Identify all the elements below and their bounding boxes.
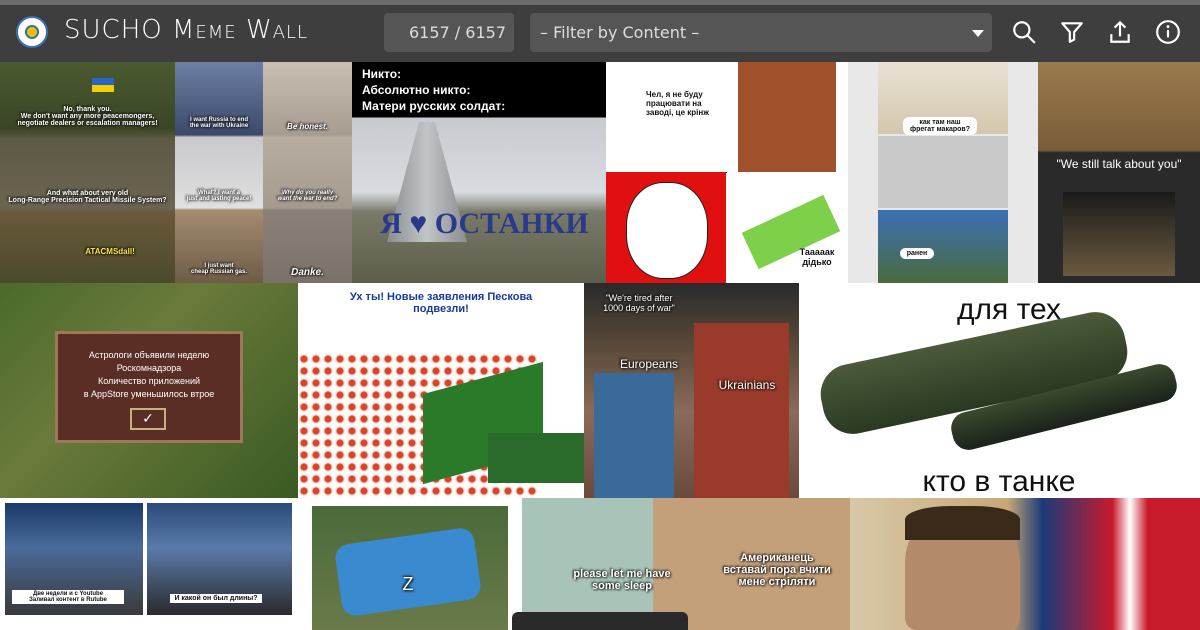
meme-tile[interactable]: Две недели и с Youtube Заливал контент в… — [0, 498, 298, 630]
meme-caption: I want Russia to end the war with Ukrain… — [189, 117, 249, 129]
meme-tile[interactable]: Чел, я не буду працювати на заводі, це к… — [606, 62, 848, 283]
info-icon — [1156, 20, 1180, 44]
meme-caption: Две недели и с Youtube Заливал контент в… — [12, 590, 124, 604]
meme-caption: Ukrainians — [718, 378, 776, 392]
meme-caption: Никто: Абсолютно никто: Матери русских с… — [362, 67, 506, 113]
meme-caption: Ух ты! Новые заявления Пескова подвезли! — [349, 291, 533, 315]
meme-tile[interactable]: "We're tired after 1000 days of war" Eur… — [584, 283, 799, 498]
meme-tile[interactable]: Ух ты! Новые заявления Пескова подвезли! — [298, 283, 584, 498]
meme-caption: Я ♥ ОСТАНКИ — [380, 207, 589, 240]
share-button[interactable] — [1107, 19, 1133, 45]
filter-button[interactable] — [1059, 19, 1085, 45]
meme-caption: Чел, я не буду працювати на заводі, це к… — [646, 90, 709, 117]
meme-caption: please let me have some sleep — [573, 568, 671, 592]
content-filter-select[interactable]: – Filter by Content – — [530, 13, 992, 52]
meme-tile[interactable]: please let me have some sleep Американец… — [522, 498, 850, 630]
meme-caption: Астрологи объявили неделю Роскомнадзора … — [83, 350, 215, 399]
sucho-logo-icon[interactable] — [16, 16, 48, 48]
search-button[interactable] — [1011, 19, 1037, 45]
search-icon — [1013, 21, 1036, 44]
meme-caption: как там наш фрегат макаров? — [903, 117, 977, 135]
info-button[interactable] — [1155, 19, 1181, 45]
meme-caption: Be honest. — [287, 122, 328, 131]
meme-caption: И какой он был длины? — [170, 594, 262, 603]
checkmark-button: ✓ — [130, 408, 166, 430]
meme-tile[interactable]: Астрологи объявили неделю Роскомнадзора … — [0, 283, 298, 498]
meme-caption: I just want cheap Russian gas. — [190, 263, 248, 275]
filter-selected-value: – Filter by Content – — [540, 23, 700, 42]
meme-tile[interactable]: как там наш фрегат макаров? ранен — [848, 62, 1038, 283]
meme-caption: Why do you really want the war to end? — [277, 190, 338, 202]
meme-caption: кто в танке — [922, 465, 1076, 498]
meme-tile[interactable]: для тех кто в танке — [799, 283, 1200, 498]
meme-caption: "We're tired after 1000 days of war" — [603, 293, 675, 313]
meme-tile[interactable]: Никто: Абсолютно никто: Матери русских с… — [352, 62, 606, 283]
meme-caption: ATACMSdall! — [85, 247, 135, 256]
floating-toolbar[interactable] — [512, 612, 688, 630]
meme-caption: Danke. — [291, 267, 324, 278]
meme-caption: No, thank you. We don't want any more pe… — [17, 106, 158, 127]
meme-caption: ранен — [900, 248, 934, 259]
share-icon — [1110, 20, 1130, 43]
meme-caption: Z — [402, 574, 414, 594]
meme-caption: And what about very old Long-Range Preci… — [8, 190, 167, 204]
meme-tile[interactable] — [850, 498, 1200, 630]
meme-tile[interactable]: No, thank you. We don't want any more pe… — [0, 62, 175, 283]
meme-tile[interactable]: Z — [298, 498, 522, 630]
top-bar: SUCHO Meme Wall 6157 / 6157 – Filter by … — [0, 0, 1200, 62]
ukraine-flag-icon — [92, 78, 114, 92]
chevron-down-icon — [972, 30, 984, 37]
meme-caption: для тех — [956, 293, 1062, 326]
funnel-icon — [1061, 22, 1083, 43]
app-title: SUCHO Meme Wall — [64, 15, 309, 45]
meme-caption: Europeans — [619, 357, 679, 371]
meme-grid: No, thank you. We don't want any more pe… — [0, 62, 1200, 630]
meme-caption: Американець вставай пора вчити мене стрі… — [723, 552, 831, 588]
meme-tile[interactable]: "We still talk about you" — [1038, 62, 1200, 283]
meme-caption: What? I want a just and lasting peace! — [186, 190, 252, 202]
meme-counter[interactable]: 6157 / 6157 — [384, 13, 514, 52]
meme-caption: "We still talk about you" — [1056, 157, 1182, 171]
meme-caption: Таааaак дідько — [799, 247, 835, 267]
meme-tile[interactable]: I want Russia to end the war with Ukrain… — [175, 62, 352, 283]
